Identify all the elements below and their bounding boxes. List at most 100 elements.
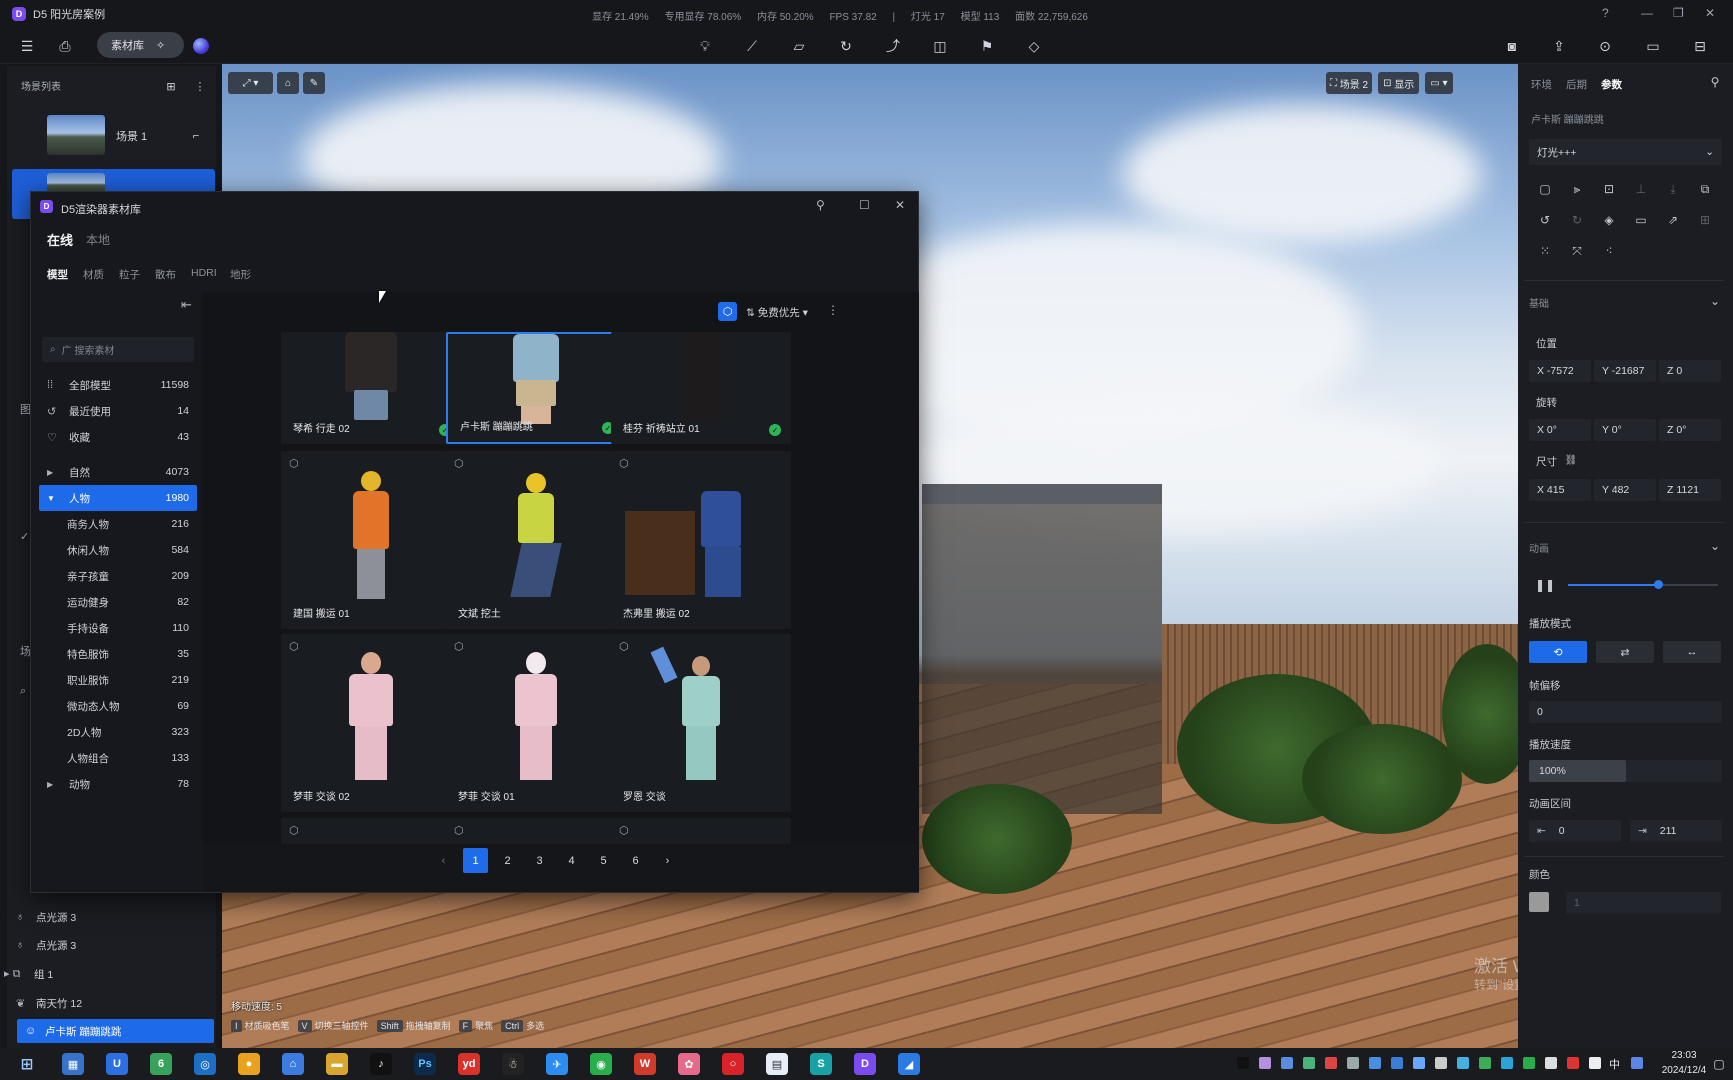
layers-icon[interactable]: ◇ — [1024, 36, 1044, 56]
category-people-groups[interactable]: 人物组合 133 — [39, 745, 197, 771]
wps-icon[interactable]: W — [634, 1053, 656, 1075]
app-icon[interactable]: ⌂ — [282, 1053, 304, 1075]
category-all-models[interactable]: ⁞⁞ 全部模型 11598 — [39, 372, 197, 398]
sketchup-icon[interactable]: S — [810, 1053, 832, 1075]
tab-post[interactable]: 后期 — [1566, 77, 1587, 92]
tray-icon[interactable] — [1567, 1057, 1579, 1069]
import-icon[interactable]: ⎙ — [55, 36, 75, 56]
rotation-x-field[interactable]: X 0° — [1529, 419, 1591, 441]
prev-page-icon[interactable]: ‹ — [431, 848, 456, 873]
color-value-field[interactable]: 1 — [1566, 892, 1721, 914]
subtab-terrain[interactable]: 地形 — [230, 267, 251, 282]
outliner-item[interactable]: ♁ 点光源 3 — [16, 933, 216, 957]
export-icon[interactable]: ⇪ — [1549, 36, 1569, 56]
position-y-field[interactable]: Y -21687 — [1594, 360, 1656, 382]
subtab-scatter[interactable]: 散布 — [155, 267, 176, 282]
maximize-icon[interactable]: ☐ — [859, 198, 870, 212]
video-icon[interactable]: ▭ — [1643, 36, 1663, 56]
preset-dropdown[interactable]: 灯光+++ ⌄ — [1529, 139, 1722, 165]
outliner-item[interactable]: ▸ ⧉ 组 1 — [4, 962, 216, 986]
copy-icon[interactable]: ⧉ — [1696, 180, 1714, 198]
volume-icon[interactable] — [1545, 1057, 1557, 1069]
rotation-y-field[interactable]: Y 0° — [1594, 419, 1656, 441]
library-search-input[interactable]: ⌕ 广 搜索素材 — [42, 337, 194, 362]
rotate-icon[interactable]: ↻ — [836, 36, 856, 56]
scene-camera-icon[interactable]: ⌐ — [186, 126, 206, 146]
range-start-field[interactable]: ⇤ 0 — [1529, 820, 1621, 842]
tab-local[interactable]: 本地 — [86, 231, 110, 248]
annotate-icon[interactable]: ⚑ — [977, 36, 997, 56]
asset-card[interactable]: ⬡ — [611, 818, 791, 844]
asset-card[interactable]: ⬡ 梦菲 交谈 01 — [446, 634, 626, 812]
tray-icon[interactable] — [1369, 1057, 1381, 1069]
category-animated-people[interactable]: 微动态人物 69 — [39, 693, 197, 719]
replace-icon[interactable]: ⇗ — [1664, 211, 1682, 229]
app-icon[interactable]: 6 — [150, 1053, 172, 1075]
pause-icon[interactable]: ❚❚ — [1535, 576, 1555, 594]
tray-icon[interactable] — [1325, 1057, 1337, 1069]
mirror-icon[interactable]: ⫸ — [1568, 180, 1586, 198]
asset-card-selected[interactable]: 卢卡斯 蹦蹦跳跳 ✓ — [446, 332, 626, 444]
page-3[interactable]: 3 — [527, 848, 552, 873]
help-icon[interactable]: ? — [1602, 6, 1609, 20]
asset-card[interactable]: ⬡ 建国 搬运 01 — [281, 451, 461, 629]
light-bulb-icon[interactable]: 💡︎ — [695, 36, 715, 56]
tray-icon[interactable] — [1347, 1057, 1359, 1069]
app-icon[interactable]: ◢ — [898, 1053, 920, 1075]
minimize-icon[interactable]: — — [1641, 6, 1653, 20]
tray-icon[interactable] — [1303, 1057, 1315, 1069]
once-mode-button[interactable]: ↔ — [1663, 641, 1721, 663]
pingpong-mode-button[interactable]: ⇄ — [1596, 641, 1654, 663]
library-button[interactable]: 素材库 ✧ — [97, 32, 184, 58]
page-2[interactable]: 2 — [495, 848, 520, 873]
app-icon[interactable]: yd — [458, 1053, 480, 1075]
category-people[interactable]: ▼ 人物 1980 — [39, 485, 197, 511]
scene-1-thumbnail[interactable] — [47, 115, 105, 155]
category-kids[interactable]: 亲子孩童 209 — [39, 563, 197, 589]
asset-card[interactable]: ⬡ 梦菲 交谈 02 — [281, 634, 461, 812]
tiktok-icon[interactable]: ♪ — [370, 1053, 392, 1075]
app-icon[interactable]: ▦ — [62, 1053, 84, 1075]
ai-orb-icon[interactable] — [193, 38, 209, 54]
speed-slider[interactable]: 100% — [1529, 760, 1722, 782]
line-tool-icon[interactable]: ⟋ — [742, 36, 762, 56]
sort-dropdown[interactable]: ⇅ 免费优先 ▾ — [746, 305, 808, 320]
start-icon[interactable]: ⊞ — [16, 1053, 38, 1075]
category-2d-people[interactable]: 2D人物 323 — [39, 719, 197, 745]
ime-indicator[interactable]: 中 — [1609, 1056, 1620, 1072]
tray-icon[interactable] — [1479, 1057, 1491, 1069]
scatter-icon[interactable]: ⁙ — [1536, 242, 1554, 260]
category-workwear[interactable]: 职业服饰 219 — [39, 667, 197, 693]
loop-mode-button[interactable]: ⟲ — [1529, 641, 1587, 663]
page-6[interactable]: 6 — [623, 848, 648, 873]
tab-online[interactable]: 在线 — [47, 230, 73, 249]
menu-icon[interactable]: ☰ — [17, 36, 37, 56]
app-icon[interactable]: ▤ — [766, 1053, 788, 1075]
tab-environment[interactable]: 环境 — [1531, 77, 1552, 92]
outliner-item-selected[interactable]: ☺ 卢卡斯 蹦蹦跳跳 — [17, 1019, 214, 1043]
page-5[interactable]: 5 — [591, 848, 616, 873]
asset-card[interactable]: ⬡ — [446, 818, 626, 844]
tab-parameters[interactable]: 参数 — [1601, 77, 1622, 92]
d5-taskbar-icon[interactable]: D — [854, 1053, 876, 1075]
asset-card[interactable]: ⬡ 罗恩 交谈 — [611, 634, 791, 812]
monitor-dropdown[interactable]: ▭ ▾ — [1425, 72, 1453, 94]
anim-progress-slider[interactable] — [1568, 580, 1718, 589]
tray-icon[interactable] — [1631, 1057, 1643, 1069]
restore-icon[interactable]: ❐ — [1673, 6, 1684, 20]
random-icon[interactable]: ⁖ — [1600, 242, 1618, 260]
folder-icon[interactable]: ▭ — [1632, 211, 1650, 229]
tray-icon[interactable] — [1501, 1057, 1513, 1069]
chrome-icon[interactable]: ● — [238, 1053, 260, 1075]
expand-icon[interactable]: ⤧ — [1568, 242, 1586, 260]
app-icon[interactable]: U — [106, 1053, 128, 1075]
view-mode-dropdown[interactable]: ⤢ ▾ — [228, 72, 273, 94]
model-filter-cube-icon[interactable]: ⬡ — [718, 302, 737, 321]
select-mode-icon[interactable]: ⌂ — [277, 72, 299, 94]
render-view-icon[interactable]: ◙ — [1502, 36, 1522, 56]
category-casual-people[interactable]: 休闲人物 584 — [39, 537, 197, 563]
tray-icon[interactable] — [1391, 1057, 1403, 1069]
page-1[interactable]: 1 — [463, 848, 488, 873]
asset-card[interactable]: ⬡ — [281, 818, 461, 844]
outliner-item[interactable]: ❦ 南天竹 12 — [16, 991, 216, 1015]
